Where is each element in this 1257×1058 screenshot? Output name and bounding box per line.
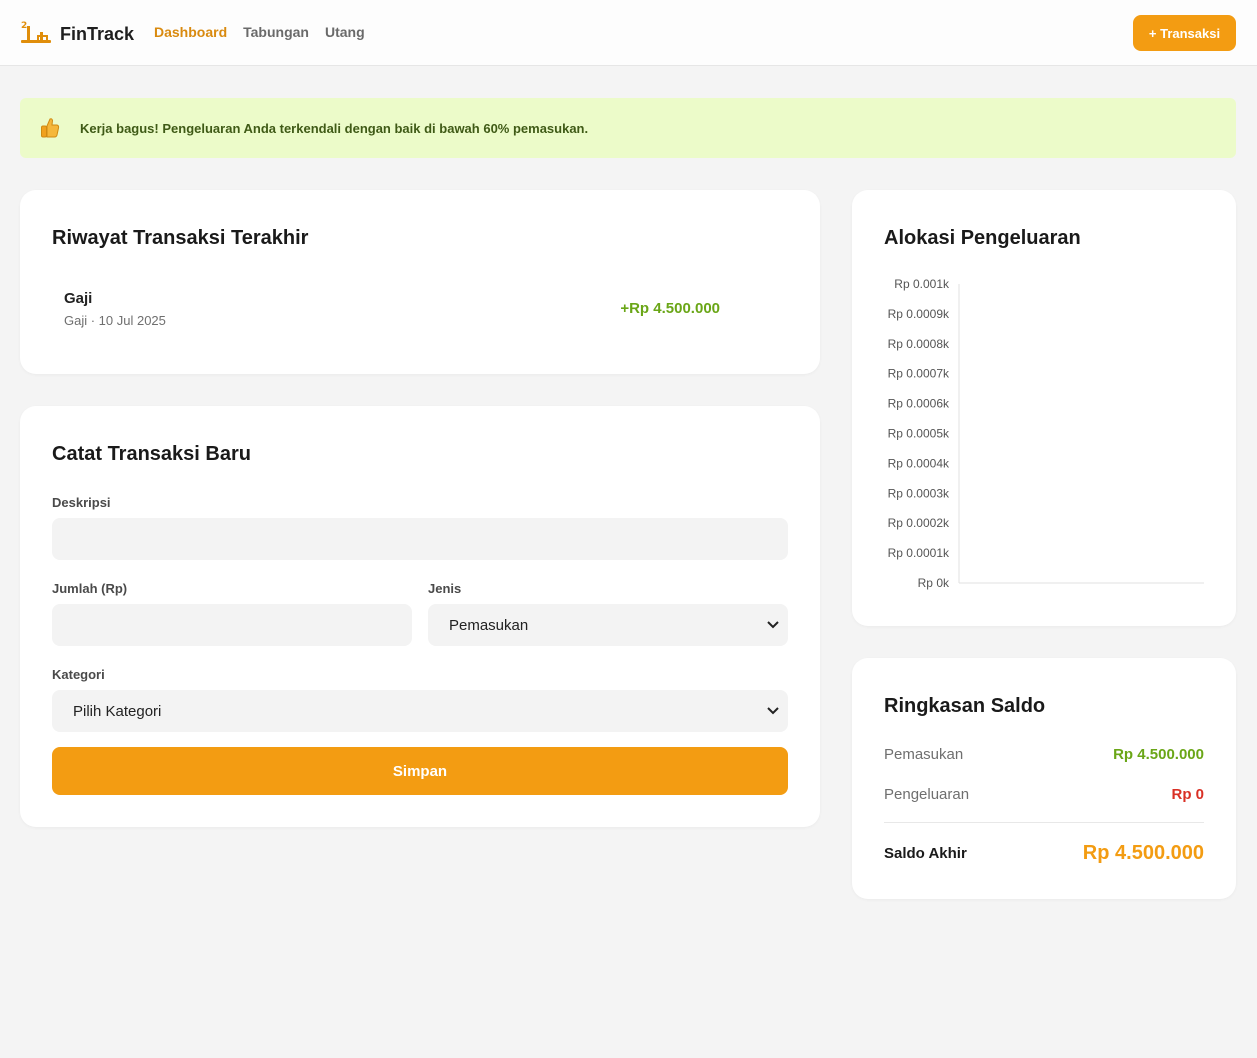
transaction-history-card: Riwayat Transaksi Terakhir Gaji Gaji · 1…	[20, 190, 820, 374]
y-tick-label: Rp 0.001k	[894, 277, 950, 291]
y-tick-label: Rp 0.0007k	[888, 367, 950, 381]
y-tick-label: Rp 0.0004k	[888, 456, 950, 470]
final-balance-value: Rp 4.500.000	[1082, 842, 1204, 864]
transaction-amount: +Rp 4.500.000	[620, 300, 720, 317]
app-logo[interactable]: 2 FinTrack	[20, 20, 134, 48]
history-title: Riwayat Transaksi Terakhir	[52, 227, 309, 249]
income-value: Rp 4.500.000	[1113, 746, 1204, 763]
nav-link-utang[interactable]: Utang	[325, 24, 365, 40]
y-tick-label: Rp 0.0009k	[888, 307, 950, 321]
category-select[interactable]: Pilih Kategori	[52, 690, 788, 732]
type-select[interactable]: Pemasukan	[428, 604, 788, 646]
summary-divider	[884, 822, 1204, 823]
type-selected-value: Pemasukan	[449, 616, 529, 634]
description-label: Deskripsi	[52, 495, 111, 510]
y-tick-label: Rp 0.0006k	[888, 397, 950, 411]
main-nav: Dashboard Tabungan Utang	[154, 24, 365, 40]
budget-alert: Kerja bagus! Pengeluaran Anda terkendali…	[20, 98, 1236, 158]
category-selected-value: Pilih Kategori	[73, 702, 162, 720]
chevron-down-icon	[767, 621, 779, 629]
y-tick-label: Rp 0.0005k	[888, 427, 950, 441]
summary-title: Ringkasan Saldo	[884, 695, 1046, 717]
add-transaction-button[interactable]: + Transaksi	[1133, 15, 1236, 51]
alert-message: Kerja bagus! Pengeluaran Anda terkendali…	[80, 120, 589, 136]
expense-allocation-card: Alokasi Pengeluaran Rp 0.001k Rp 0.0009k R…	[852, 190, 1236, 626]
transaction-meta: Gaji · 10 Jul 2025	[64, 313, 166, 328]
transaction-name: Gaji	[64, 290, 93, 307]
nav-link-dashboard[interactable]: Dashboard	[154, 24, 227, 40]
scale-logo-icon: 2	[21, 21, 51, 43]
y-tick-label: Rp 0k	[918, 576, 950, 590]
expense-value: Rp 0	[1171, 786, 1204, 803]
chevron-down-icon	[767, 707, 779, 715]
amount-label: Jumlah (Rp)	[52, 581, 128, 596]
amount-input[interactable]	[52, 604, 412, 646]
app-name: FinTrack	[60, 23, 135, 44]
y-tick-label: Rp 0.0002k	[888, 516, 950, 530]
description-input[interactable]	[52, 518, 788, 560]
category-label: Kategori	[52, 667, 105, 682]
type-label: Jenis	[428, 581, 462, 596]
save-button[interactable]: Simpan	[52, 747, 788, 795]
y-tick-label: Rp 0.0008k	[888, 337, 950, 351]
thumbs-up-icon	[41, 118, 60, 138]
expense-chart: Rp 0.001k Rp 0.0009k Rp 0.0008k Rp 0.0007k R…	[888, 277, 1204, 590]
balance-summary-card: Ringkasan Saldo Pemasukan Rp 4.500.000 P…	[852, 658, 1236, 899]
top-navbar: 2 FinTrack Dashboard Tabungan Utang + Tr…	[0, 0, 1257, 66]
form-title: Catat Transaksi Baru	[52, 443, 251, 465]
y-tick-label: Rp 0.0001k	[888, 546, 950, 560]
nav-link-tabungan[interactable]: Tabungan	[243, 24, 309, 40]
final-balance-label: Saldo Akhir	[884, 845, 967, 862]
svg-text:2: 2	[21, 21, 27, 31]
new-transaction-form-card: Catat Transaksi Baru Deskripsi Jumlah (R…	[20, 406, 820, 827]
expense-label: Pengeluaran	[884, 786, 970, 803]
y-tick-label: Rp 0.0003k	[888, 486, 950, 500]
income-label: Pemasukan	[884, 746, 964, 763]
